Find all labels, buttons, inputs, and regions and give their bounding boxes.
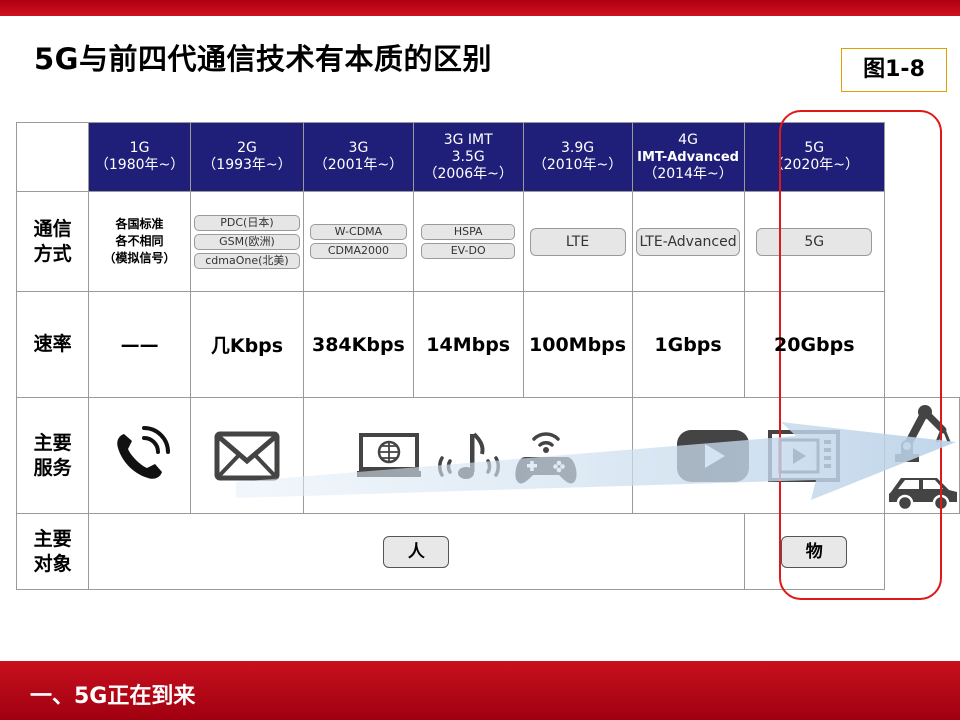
pill-lte-advanced: LTE-Advanced [636,227,741,256]
music-icon [437,432,500,479]
row-label-rate: 速率 [15,291,90,398]
header-4g: 4G IMT-Advanced （2014年~） [631,122,745,192]
rate-3-9g: 100Mbps [522,291,633,398]
rate-2g: 几Kbps [189,291,305,398]
pill-gsm: GSM(欧洲) [193,233,300,250]
pill-pdc: PDC(日本) [193,214,300,231]
header-2g: 2G （1993年~） [189,122,305,192]
section-title: 一、5G正在到来 [30,684,196,709]
video-play-icon [676,429,749,482]
header-corner [15,122,90,192]
pill-cdmaone: cdmaOne(北美) [193,252,300,269]
gamepad-icon [515,431,577,483]
header-1g: 1G （1980年~） [88,122,191,192]
object-people-pill: 人 [383,535,450,568]
pill-wcdma: W-CDMA [309,224,407,240]
rate-3-5g: 14Mbps [412,291,524,398]
service-2g [189,397,305,514]
comm-3-9g: LTE [522,191,633,292]
rate-1g: —— [88,291,191,398]
pill-lte: LTE [529,227,626,256]
figure-label: 图1-8 [841,48,947,92]
comm-4g: LTE-Advanced [631,191,745,292]
mail-icon [214,431,280,480]
comm-3g: W-CDMA CDMA2000 [303,191,414,292]
rate-4g: 1Gbps [631,291,745,398]
web-icon [356,432,421,477]
pill-evdo: EV-DO [421,243,516,259]
top-banner [0,0,960,16]
service-1g [88,397,191,514]
comm-3-5g: HSPA EV-DO [412,191,524,292]
row-label-object: 主要 对象 [15,513,90,590]
object-people-cell: 人 [88,513,745,590]
phone-icon [116,425,170,479]
pill-cdma2000: CDMA2000 [309,243,407,259]
service-3g [303,397,633,514]
header-3-9g: 3.9G （2010年~） [522,122,633,192]
row-label-comm: 通信 方式 [15,191,90,292]
header-3-5g: 3G IMT 3.5G （2006年~） [412,122,524,192]
comm-1g: 各国标准 各不相同 （模拟信号） [88,191,191,292]
rate-row: 速率 —— 几Kbps 384Kbps 14Mbps 100Mbps 1Gbps… [15,291,960,398]
rate-5g: 20Gbps [743,291,886,398]
slide-title: 5G与前四代通信技术有本质的区别 [34,42,492,76]
row-label-service: 主要 服务 [15,397,90,514]
pill-hspa: HSPA [421,224,516,240]
comm-2g: PDC(日本) GSM(欧洲) cdmaOne(北美) [189,191,305,292]
rate-3g: 384Kbps [303,291,414,398]
header-3g: 3G （2001年~） [303,122,414,192]
